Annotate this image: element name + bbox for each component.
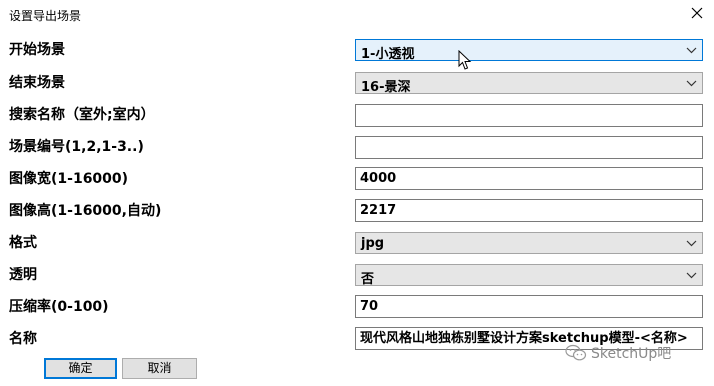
search-name-label: 搜索名称（室外;室内） <box>9 107 155 123</box>
transparent-value: 否 <box>361 272 375 287</box>
image-width-label: 图像宽(1-16000) <box>9 171 129 187</box>
compression-label: 压缩率(0-100) <box>9 299 109 315</box>
mouse-cursor-icon <box>458 50 472 70</box>
format-label: 格式 <box>9 235 37 251</box>
cancel-button[interactable]: 取消 <box>122 358 197 379</box>
format-value: jpg <box>361 236 385 251</box>
format-select[interactable]: jpg <box>355 232 703 254</box>
start-scene-value: 1-小透视 <box>361 47 415 62</box>
compression-input[interactable]: 70 <box>355 295 703 318</box>
image-width-input[interactable]: 4000 <box>355 167 703 190</box>
end-scene-select[interactable]: 16-景深 <box>355 72 703 95</box>
start-scene-select[interactable]: 1-小透视 <box>355 39 703 62</box>
title-bar: 设置导出场景 <box>0 0 714 30</box>
transparent-label: 透明 <box>9 267 37 283</box>
chevron-down-icon <box>686 47 697 54</box>
chevron-down-icon <box>686 272 697 279</box>
scene-number-input[interactable] <box>355 136 703 159</box>
image-height-label: 图像高(1-16000,自动) <box>9 203 162 219</box>
end-scene-label: 结束场景 <box>9 75 65 91</box>
start-scene-label: 开始场景 <box>9 42 65 58</box>
chevron-down-icon <box>686 80 697 87</box>
transparent-select[interactable]: 否 <box>355 264 703 287</box>
image-height-input[interactable]: 2217 <box>355 199 703 222</box>
watermark: SketchUp吧 <box>565 343 671 363</box>
scene-number-label: 场景编号(1,2,1-3..) <box>9 139 144 155</box>
wechat-icon <box>565 344 587 361</box>
search-name-input[interactable] <box>355 104 703 127</box>
watermark-text: SketchUp吧 <box>591 346 672 362</box>
window-title: 设置导出场景 <box>9 9 82 23</box>
ok-button[interactable]: 确定 <box>44 358 117 379</box>
end-scene-value: 16-景深 <box>361 80 411 95</box>
chevron-down-icon <box>686 240 697 247</box>
name-label: 名称 <box>9 331 37 347</box>
close-icon[interactable] <box>688 4 706 22</box>
